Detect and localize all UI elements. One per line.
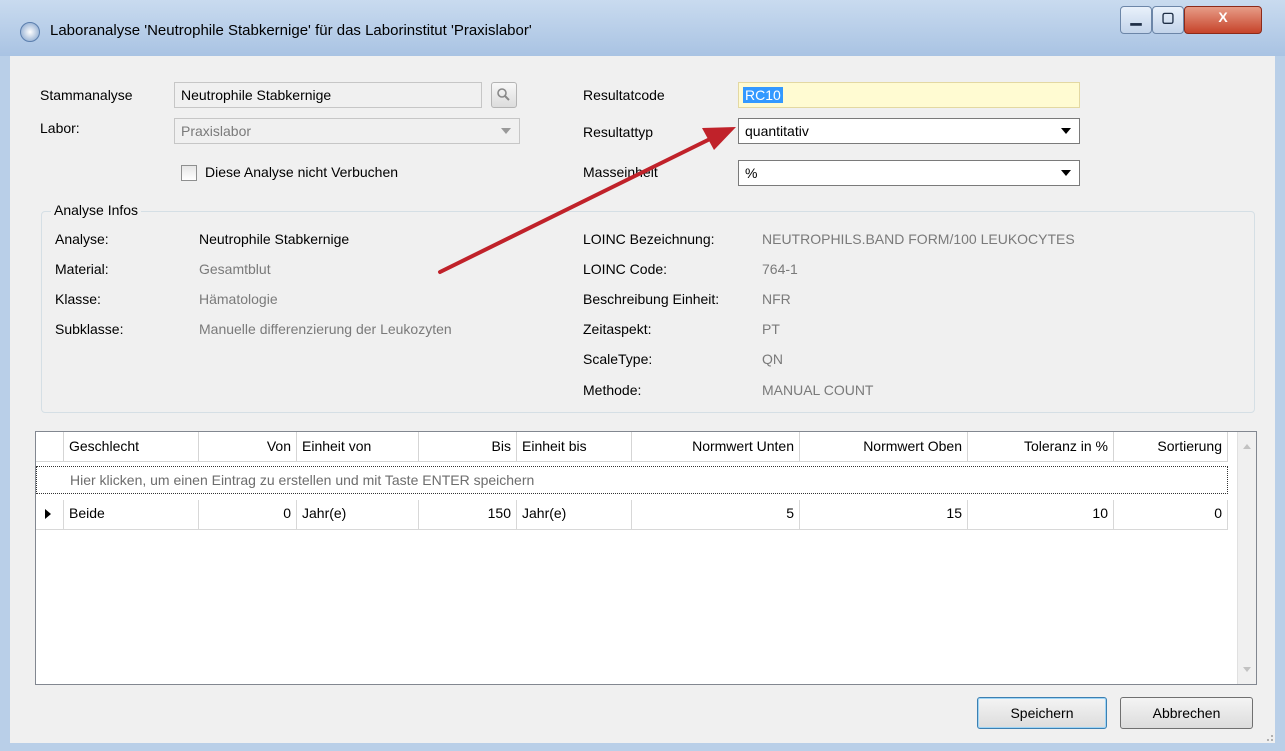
row-selector[interactable]	[36, 500, 64, 530]
minimize-icon: ▁	[1130, 9, 1142, 25]
current-row-icon	[45, 509, 51, 519]
column-header-einheit-bis[interactable]: Einheit bis	[517, 432, 632, 462]
minimize-button[interactable]: ▁	[1120, 6, 1152, 34]
info-value-zeitaspekt: PT	[762, 321, 780, 337]
masseinheit-label: Masseinheit	[583, 164, 658, 180]
resultatcode-value: RC10	[743, 87, 783, 103]
window-frame-bottom	[0, 743, 1285, 751]
search-icon	[497, 88, 510, 101]
scroll-down-icon[interactable]	[1242, 666, 1252, 674]
cell-geschlecht[interactable]: Beide	[64, 500, 199, 530]
info-label-klasse: Klasse:	[55, 291, 101, 307]
info-label-subklasse: Subklasse:	[55, 321, 124, 337]
column-header-bis[interactable]: Bis	[419, 432, 517, 462]
info-label-zeitaspekt: Zeitaspekt:	[583, 321, 652, 337]
nicht-verbuchen-label[interactable]: Diese Analyse nicht Verbuchen	[205, 164, 398, 180]
stammanalyse-label: Stammanalyse	[40, 87, 133, 103]
column-header-normwert-unten[interactable]: Normwert Unten	[632, 432, 800, 462]
resultattyp-dropdown-value: quantitativ	[745, 123, 809, 139]
chevron-down-icon	[501, 128, 511, 134]
cell-toleranz[interactable]: 10	[968, 500, 1114, 530]
column-header-normwert-oben[interactable]: Normwert Oben	[800, 432, 968, 462]
labor-label: Labor:	[40, 120, 80, 136]
resultatcode-input[interactable]: RC10	[738, 82, 1080, 108]
app-icon	[20, 22, 40, 42]
info-value-beschreibung-einheit: NFR	[762, 291, 791, 307]
title-bar[interactable]: Laboranalyse 'Neutrophile Stabkernige' f…	[0, 0, 1285, 56]
grid-vertical-scrollbar[interactable]	[1237, 432, 1256, 684]
maximize-button[interactable]: ▢	[1152, 6, 1184, 34]
scroll-up-icon[interactable]	[1242, 442, 1252, 450]
cell-normwert-unten[interactable]: 5	[632, 500, 800, 530]
cancel-button[interactable]: Abbrechen	[1120, 697, 1253, 729]
chevron-down-icon	[1061, 128, 1071, 134]
column-header-toleranz[interactable]: Toleranz in %	[968, 432, 1114, 462]
info-label-analyse: Analyse:	[55, 231, 109, 247]
cell-von[interactable]: 0	[199, 500, 297, 530]
info-label-material: Material:	[55, 261, 109, 277]
info-value-methode: MANUAL COUNT	[762, 382, 874, 398]
cell-bis[interactable]: 150	[419, 500, 517, 530]
labor-dropdown[interactable]: Praxislabor	[174, 118, 520, 144]
cell-normwert-oben[interactable]: 15	[800, 500, 968, 530]
info-label-loinc-bezeichnung: LOINC Bezeichnung:	[583, 231, 715, 247]
chevron-down-icon	[1061, 170, 1071, 176]
window-frame-left	[0, 56, 10, 751]
masseinheit-dropdown-value: %	[745, 165, 758, 181]
cell-sortierung[interactable]: 0	[1114, 500, 1228, 530]
resultattyp-label: Resultattyp	[583, 124, 654, 140]
info-label-methode: Methode:	[583, 382, 642, 398]
labor-dropdown-value: Praxislabor	[181, 123, 252, 139]
column-header-einheit-von[interactable]: Einheit von	[297, 432, 419, 462]
column-header-sortierung[interactable]: Sortierung	[1114, 432, 1228, 462]
cell-einheit-von[interactable]: Jahr(e)	[297, 500, 419, 530]
info-value-loinc-bezeichnung: NEUTROPHILS.BAND FORM/100 LEUKOCYTES	[762, 231, 1075, 247]
info-value-klasse: Hämatologie	[199, 291, 278, 307]
grid-row-header-corner	[36, 432, 64, 462]
resize-grip-icon[interactable]	[1262, 730, 1274, 742]
close-icon: X	[1218, 9, 1228, 25]
resultattyp-dropdown[interactable]: quantitativ	[738, 118, 1080, 144]
info-label-beschreibung-einheit: Beschreibung Einheit:	[583, 291, 720, 307]
masseinheit-dropdown[interactable]: %	[738, 160, 1080, 186]
maximize-icon: ▢	[1161, 9, 1175, 25]
info-value-analyse: Neutrophile Stabkernige	[199, 231, 350, 247]
window-frame-right	[1275, 56, 1285, 751]
save-button[interactable]: Speichern	[977, 697, 1107, 729]
normwerte-grid[interactable]: Geschlecht Von Einheit von Bis Einheit b…	[35, 431, 1257, 685]
analyse-infos-title: Analyse Infos	[51, 202, 142, 218]
column-header-geschlecht[interactable]: Geschlecht	[64, 432, 199, 462]
resultatcode-label: Resultatcode	[583, 87, 665, 103]
info-value-scaletype: QN	[762, 351, 783, 367]
column-header-von[interactable]: Von	[199, 432, 297, 462]
stammanalyse-field[interactable]: Neutrophile Stabkernige	[174, 82, 482, 108]
info-label-loinc-code: LOINC Code:	[583, 261, 668, 277]
info-value-subklasse: Manuelle differenzierung der Leukozyten	[199, 321, 452, 337]
new-row-placeholder[interactable]: Hier klicken, um einen Eintrag zu erstel…	[36, 466, 1228, 494]
info-label-scaletype: ScaleType:	[583, 351, 653, 367]
stammanalyse-lookup-button[interactable]	[491, 82, 517, 108]
info-value-material: Gesamtblut	[199, 261, 271, 277]
nicht-verbuchen-checkbox[interactable]	[181, 165, 197, 181]
cell-einheit-bis[interactable]: Jahr(e)	[517, 500, 632, 530]
info-value-loinc-code: 764-1	[762, 261, 798, 277]
close-button[interactable]: X	[1184, 6, 1262, 34]
window-title: Laboranalyse 'Neutrophile Stabkernige' f…	[50, 22, 532, 39]
